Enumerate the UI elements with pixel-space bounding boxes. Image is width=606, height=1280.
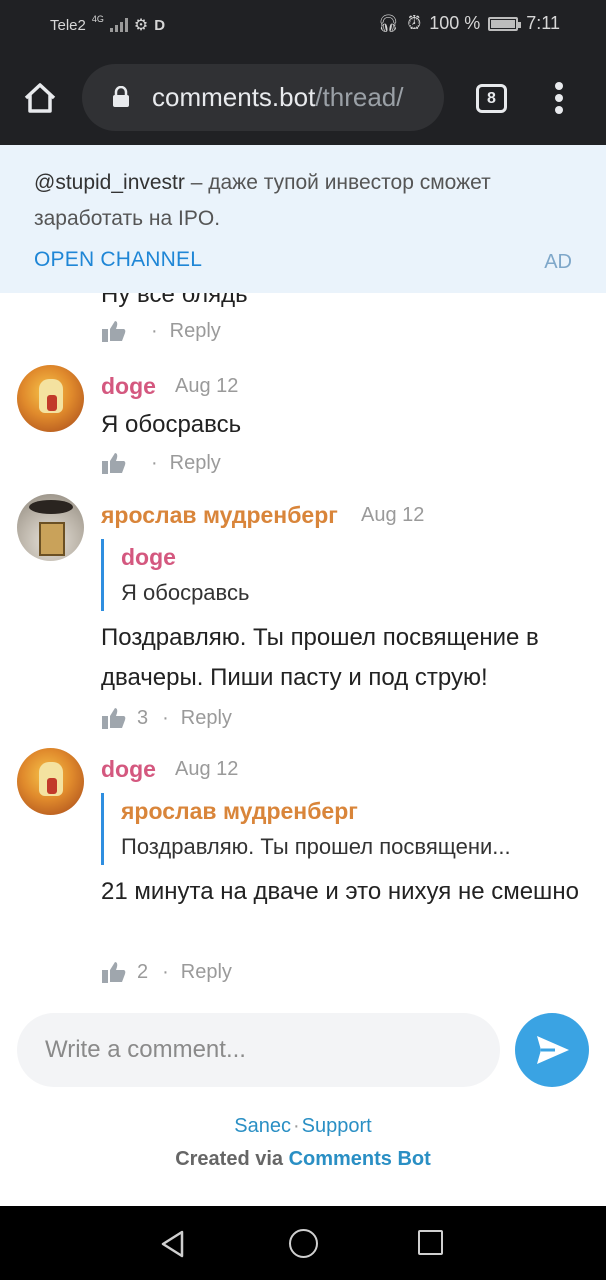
send-icon [537,1036,569,1064]
network-type: 4G [91,14,104,24]
comment-body: Поздравляю. Ты прошел посвящение в дваче… [101,624,539,691]
more-menu-icon[interactable] [553,82,565,114]
ad-handle[interactable]: @stupid_investr [34,171,185,194]
open-channel-link[interactable]: OPEN CHANNEL [34,248,202,272]
alarm-icon: ⏰︎ [407,13,422,33]
like-icon[interactable] [101,451,127,475]
comment-date: Aug 12 [175,758,239,780]
reply-link[interactable]: Reply [170,452,221,475]
battery-icon [488,16,522,31]
d-icon: D [154,16,166,34]
reply-link[interactable]: Reply [181,707,232,730]
comment-input[interactable] [45,1013,485,1087]
separator-dot: · [151,319,158,342]
quoted-comment[interactable]: doge Я обосравсь [101,539,581,611]
like-icon[interactable] [101,960,127,984]
status-left: Tele2 4G ⚙ D [50,14,166,35]
send-button[interactable] [515,1013,589,1087]
comment-date: Aug 12 [361,504,425,526]
signal-icon [109,18,128,32]
avatar[interactable] [17,748,84,815]
separator-dot: · [162,960,169,983]
comment-body: 21 минута на дваче и это нихуя не смешно [101,878,579,905]
battery-percent: 100 % [429,13,481,33]
footer-links: Sanec · Support [0,1115,606,1138]
quoted-comment[interactable]: ярослав мудренберг Поздравляю. Ты прошел… [101,793,581,865]
ad-badge: AD [544,251,572,273]
like-icon[interactable] [101,319,127,343]
comment-author[interactable]: doge [101,756,156,783]
home-icon [24,83,56,113]
home-button[interactable] [22,82,58,114]
avatar[interactable] [17,365,84,432]
status-right: 🎧︎ ⏰︎ 100 % 7:11 [378,13,560,34]
tab-switcher-button[interactable]: 8 [476,84,507,113]
comment-body: Я обосравсь [101,411,242,438]
comment-author[interactable]: ярослав мудренберг [101,502,338,529]
like-icon[interactable] [101,706,127,730]
url-host: comments.bot [152,82,316,112]
ad-text: @stupid_investr – даже тупой инвестор см… [34,165,579,237]
comments-bot-link[interactable]: Comments Bot [289,1148,431,1170]
comment-body: Ну все блядь [101,293,248,308]
created-prefix: Created via [175,1148,289,1170]
quote-text: Я обосравсь [121,580,250,605]
system-nav-bar [0,1206,606,1280]
comment-actions: 2 · Reply [101,960,232,984]
footer-link-support[interactable]: Support [302,1115,372,1137]
address-bar[interactable]: comments.bot/thread/ [82,64,444,131]
page-footer: Sanec · Support Created via Comments Bot [0,1115,606,1171]
recents-icon[interactable] [418,1230,443,1255]
like-count: 3 [137,706,149,729]
clock: 7:11 [526,13,560,33]
reply-link[interactable]: Reply [170,320,221,343]
carrier-name: Tele2 [50,16,86,34]
separator-dot: · [292,1115,300,1137]
reply-link[interactable]: Reply [181,961,232,984]
quote-author: doge [121,544,176,570]
gear-icon: ⚙ [133,17,149,34]
footer-link-sanec[interactable]: Sanec [234,1115,291,1137]
ad-banner: @stupid_investr – даже тупой инвестор см… [0,145,606,293]
avatar[interactable] [17,494,84,561]
lock-icon [113,86,129,107]
separator-dot: · [151,451,158,474]
url-path: /thread/ [315,82,404,112]
comment-author[interactable]: doge [101,373,156,400]
quote-text: Поздравляю. Ты прошел посвящени... [121,834,511,859]
quote-author: ярослав мудренберг [121,798,358,824]
browser-toolbar: comments.bot/thread/ 8 [0,52,606,145]
comment-input-wrapper [17,1013,500,1087]
headphones-icon: 🎧︎ [377,13,400,33]
comment-actions: · Reply [101,451,221,475]
url-text: comments.bot/thread/ [152,82,403,113]
status-bar: Tele2 4G ⚙ D 🎧︎ ⏰︎ 100 % 7:11 [0,0,606,52]
comment-date: Aug 12 [175,375,239,397]
comment-actions: · Reply [101,319,221,343]
created-via: Created via Comments Bot [0,1148,606,1171]
back-icon[interactable] [160,1230,186,1258]
comment-actions: 3 · Reply [101,706,232,730]
comment-list: Ну все блядь · Reply doge Aug 12 Я обоср… [0,293,606,1003]
separator-dot: · [162,706,169,729]
like-count: 2 [137,960,149,983]
home-circle-icon[interactable] [289,1229,318,1258]
